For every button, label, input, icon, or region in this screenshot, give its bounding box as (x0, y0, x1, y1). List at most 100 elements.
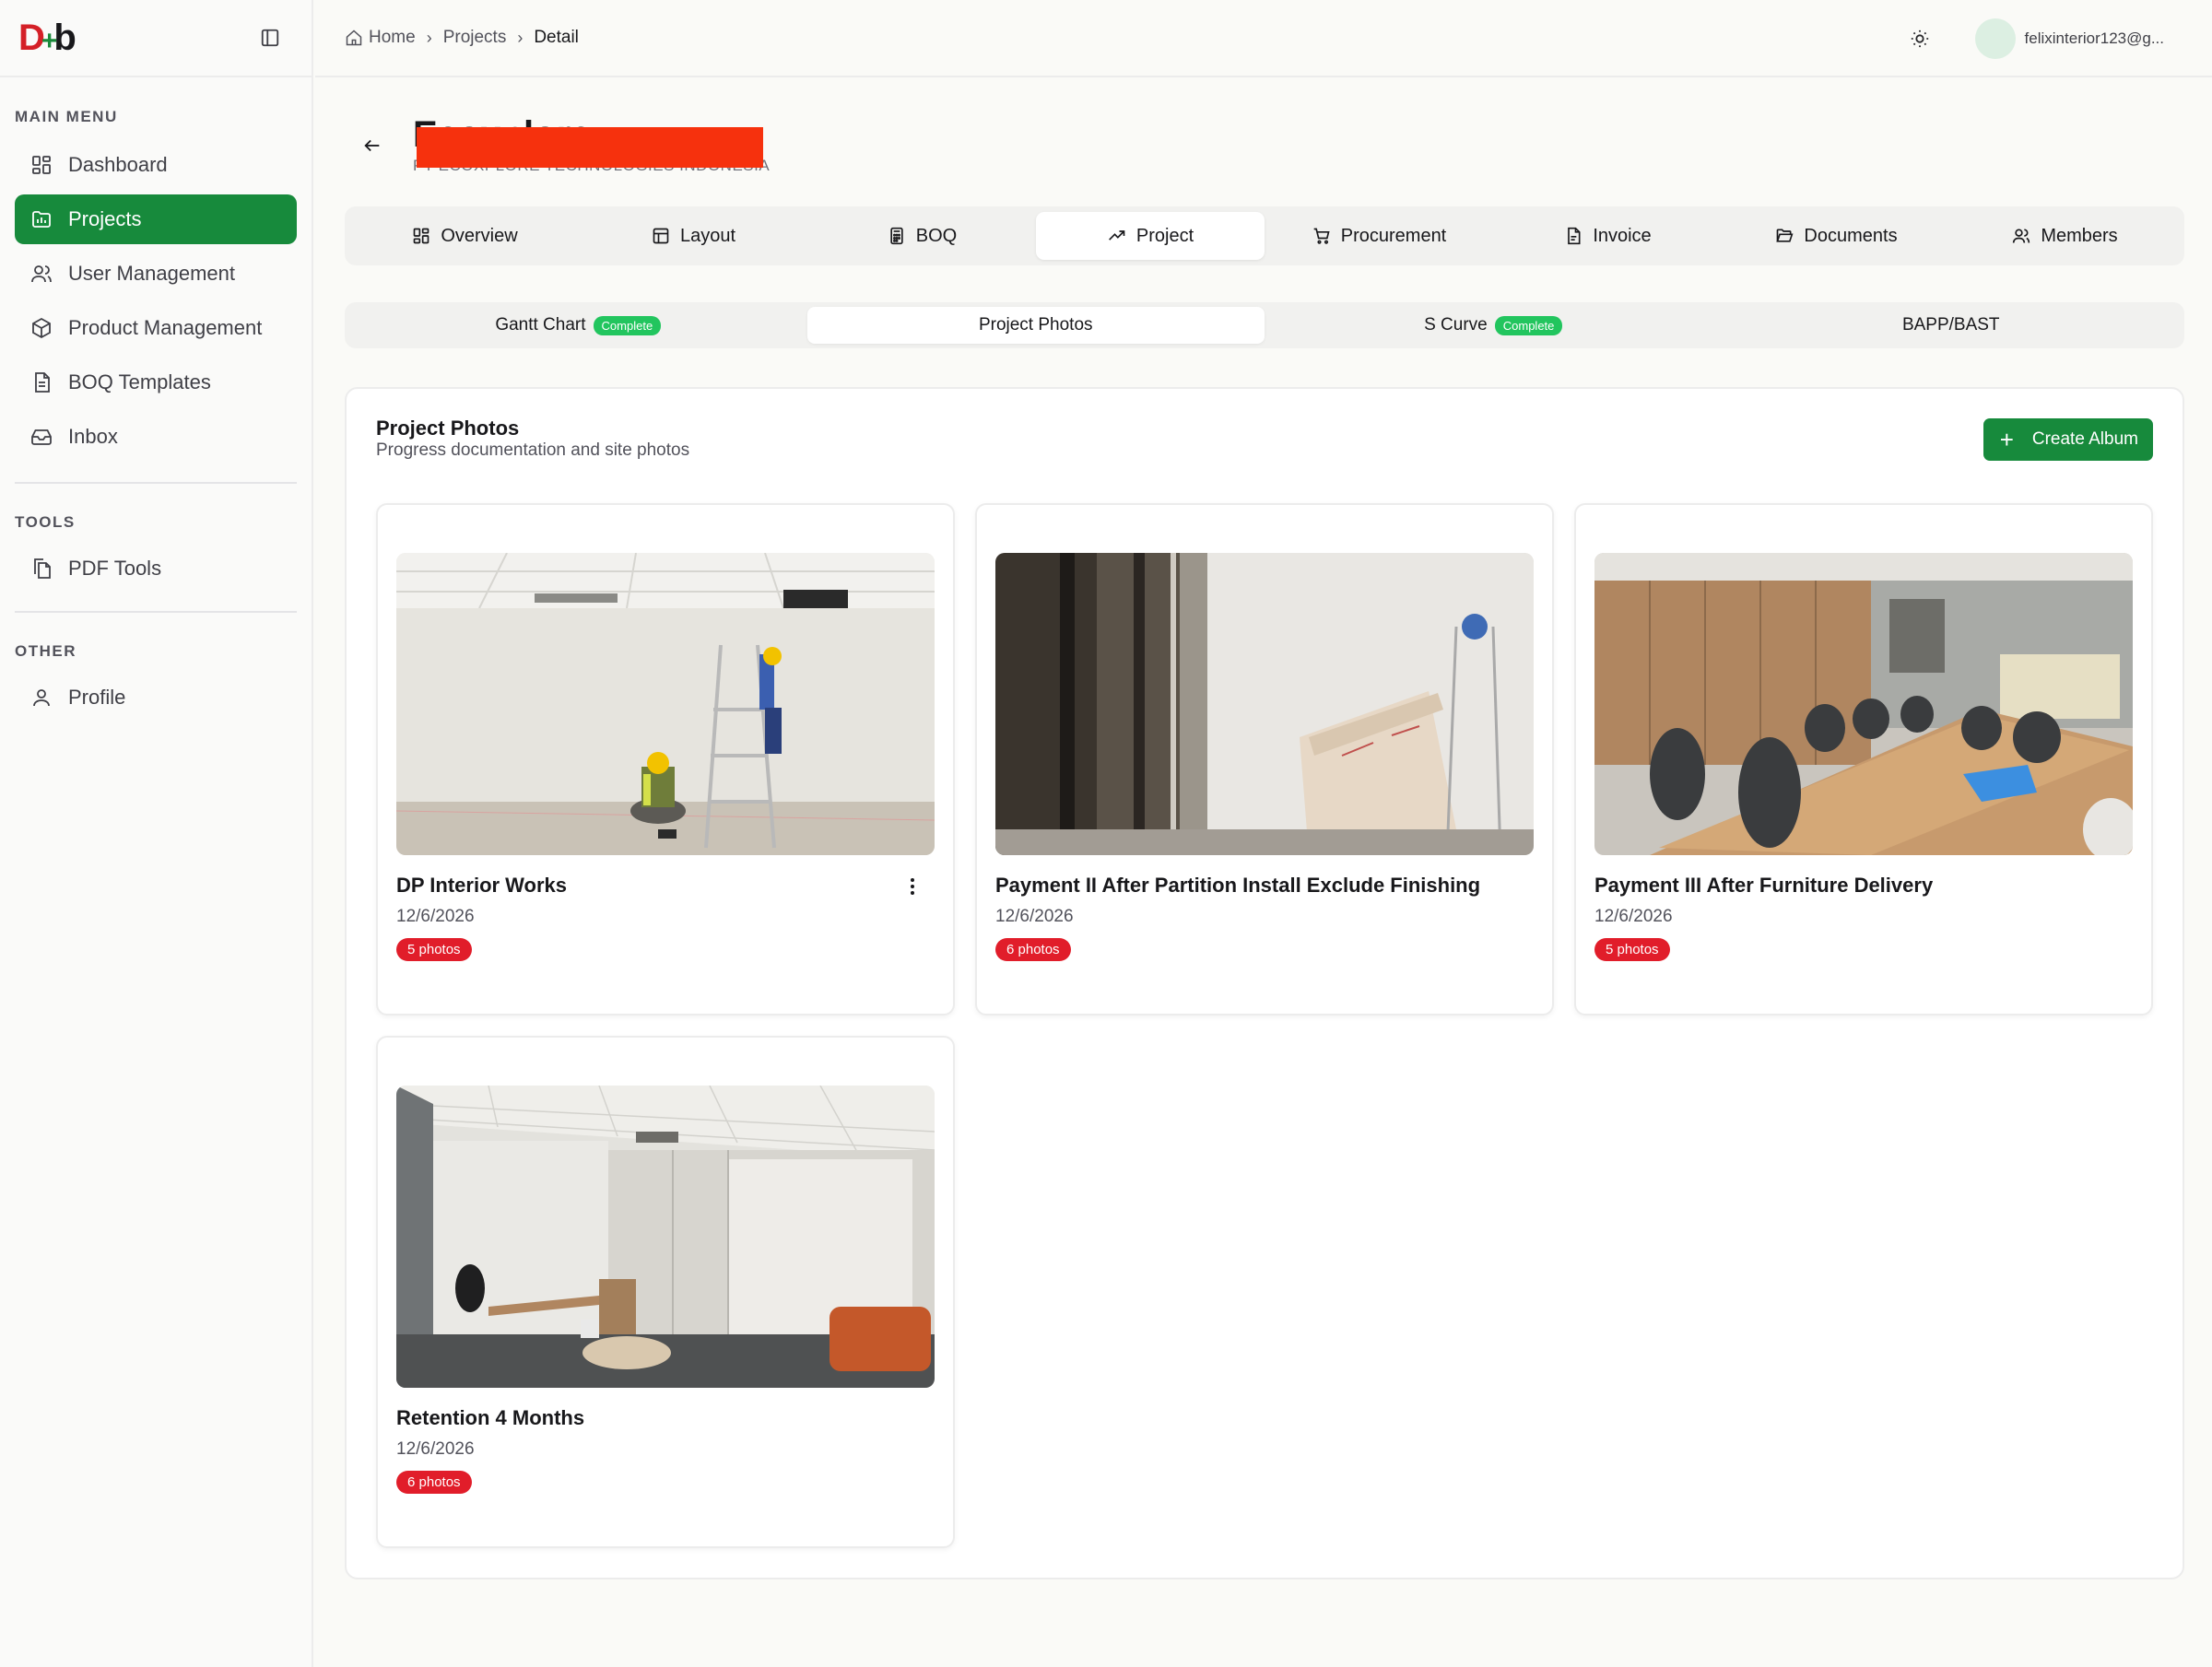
sidebar-section-label: TOOLS (15, 513, 76, 531)
album-card[interactable]: DP Interior Works 12/6/2026 5 photos (376, 503, 955, 1015)
subtab-label: BAPP/BAST (1901, 315, 2000, 335)
status-badge: Complete (1494, 315, 1563, 335)
subtab-label: Gantt Chart (495, 315, 586, 335)
arrow-left-icon (364, 139, 380, 152)
tab-label: BOQ (915, 225, 958, 246)
avatar[interactable] (1974, 18, 2016, 59)
album-card[interactable]: Payment II After Partition Install Exclu… (975, 503, 1554, 1015)
photo-count-badge: 6 photos (995, 938, 1071, 961)
sidebar: D + b MAIN MENU Dashboard Projects User Ma… (0, 0, 313, 1667)
sidebar-section-label: OTHER (15, 642, 76, 660)
sidebar-item-inbox[interactable]: Inbox (15, 412, 297, 462)
sidebar-toggle-button[interactable] (256, 24, 284, 52)
user-icon (29, 686, 53, 710)
photo-count-badge: 5 photos (396, 938, 472, 961)
sidebar-item-boq-templates[interactable]: BOQ Templates (15, 358, 297, 407)
project-header: Ecoxplore PT ECOXPLORE TECHNOLOGIES INDO… (345, 77, 2184, 206)
chevron-right-icon: › (426, 28, 432, 47)
folder-chart-icon (29, 207, 53, 231)
create-album-label: Create Album (2031, 429, 2138, 449)
user-email[interactable]: felixinterior123@g... (2025, 29, 2164, 48)
more-vertical-icon[interactable] (903, 874, 922, 899)
subtab-s-curve[interactable]: S Curve Complete (1265, 307, 1723, 344)
album-title: DP Interior Works (396, 874, 568, 897)
main-content: Ecoxplore PT ECOXPLORE TECHNOLOGIES INDO… (345, 77, 2184, 1579)
breadcrumb-home[interactable]: Home (369, 28, 416, 48)
dashboard-icon (29, 153, 53, 177)
users-icon (29, 262, 53, 286)
package-icon (29, 316, 53, 340)
tab-invoice[interactable]: Invoice (1493, 212, 1722, 260)
album-title: Payment III After Furniture Delivery (1594, 874, 1934, 897)
breadcrumb-projects[interactable]: Projects (443, 28, 507, 48)
sidebar-item-label: BOQ Templates (68, 370, 211, 393)
photo-count-badge: 5 photos (1594, 938, 1670, 961)
album-date: 12/6/2026 (396, 1439, 475, 1459)
album-title: Retention 4 Months (396, 1406, 585, 1429)
sidebar-item-label: Dashboard (68, 153, 168, 176)
sidebar-item-label: Profile (68, 686, 126, 709)
album-cover-photo[interactable] (1594, 553, 2133, 855)
layout-icon (651, 226, 671, 246)
file-text-icon (29, 370, 53, 394)
subtab-bapp-bast[interactable]: BAPP/BAST (1723, 307, 2181, 344)
sidebar-item-label: Product Management (68, 316, 263, 339)
logo-letter-d: D (18, 17, 45, 58)
album-date: 12/6/2026 (1594, 907, 1673, 926)
logo-letter-b: b (53, 17, 76, 58)
grid-icon (411, 226, 431, 246)
sidebar-item-projects[interactable]: Projects (15, 194, 297, 244)
redaction-box (417, 127, 763, 168)
tab-label: Layout (679, 225, 736, 246)
sidebar-header: D + b (0, 0, 312, 77)
chevron-right-icon: › (517, 28, 524, 47)
theme-toggle-button[interactable] (1901, 20, 1938, 57)
sidebar-item-label: Inbox (68, 425, 118, 448)
folder-open-icon (1774, 226, 1794, 246)
breadcrumb: Home › Projects › Detail (345, 28, 579, 48)
album-date: 12/6/2026 (396, 907, 475, 926)
subtab-project-photos[interactable]: Project Photos (806, 307, 1265, 344)
tab-label: Overview (441, 225, 518, 246)
sidebar-item-dashboard[interactable]: Dashboard (15, 140, 297, 190)
sidebar-item-user-management[interactable]: User Management (15, 249, 297, 299)
breadcrumb-detail: Detail (534, 28, 579, 47)
album-card[interactable]: Payment III After Furniture Delivery 12/… (1574, 503, 2153, 1015)
tab-label: Project (1135, 225, 1194, 246)
project-subtabs: Gantt Chart Complete Project Photos S Cu… (345, 302, 2184, 348)
tab-members[interactable]: Members (1950, 212, 2179, 260)
topbar: Home › Projects › Detail felixinterior12… (315, 0, 2212, 77)
tab-procurement[interactable]: Procurement (1265, 212, 1493, 260)
sidebar-item-pdf-tools[interactable]: PDF Tools (15, 544, 297, 593)
file-icon (1563, 226, 1583, 246)
sidebar-item-profile[interactable]: Profile (15, 673, 297, 722)
tab-project[interactable]: Project (1036, 212, 1265, 260)
topbar-actions: felixinterior123@g... (1901, 18, 2164, 59)
subtab-gantt-chart[interactable]: Gantt Chart Complete (349, 307, 807, 344)
create-album-button[interactable]: + Create Album (1983, 418, 2153, 461)
home-icon (345, 29, 363, 47)
project-tabs: Overview Layout BOQ Project Procurement … (345, 206, 2184, 265)
tab-label: Documents (1804, 225, 1898, 246)
sidebar-item-label: Projects (68, 207, 142, 230)
subtab-label: S Curve (1424, 315, 1488, 335)
sidebar-item-label: PDF Tools (68, 557, 162, 580)
album-cover-photo[interactable] (396, 1086, 935, 1388)
back-button[interactable] (358, 131, 387, 160)
sidebar-item-label: User Management (68, 262, 235, 285)
tab-overview[interactable]: Overview (350, 212, 579, 260)
tab-boq[interactable]: BOQ (807, 212, 1036, 260)
panel-subtitle: Progress documentation and site photos (376, 440, 690, 460)
files-icon (29, 557, 53, 581)
album-cover-photo[interactable] (396, 553, 935, 855)
album-cover-photo[interactable] (995, 553, 1534, 855)
app-logo[interactable]: D + b (18, 17, 76, 59)
tab-documents[interactable]: Documents (1722, 212, 1950, 260)
album-card[interactable]: Retention 4 Months 12/6/2026 6 photos (376, 1036, 955, 1548)
tab-layout[interactable]: Layout (579, 212, 807, 260)
panel-title: Project Photos (376, 417, 520, 440)
album-date: 12/6/2026 (995, 907, 1074, 926)
inbox-icon (29, 425, 53, 449)
sidebar-item-product-management[interactable]: Product Management (15, 303, 297, 353)
cart-icon (1312, 226, 1332, 246)
